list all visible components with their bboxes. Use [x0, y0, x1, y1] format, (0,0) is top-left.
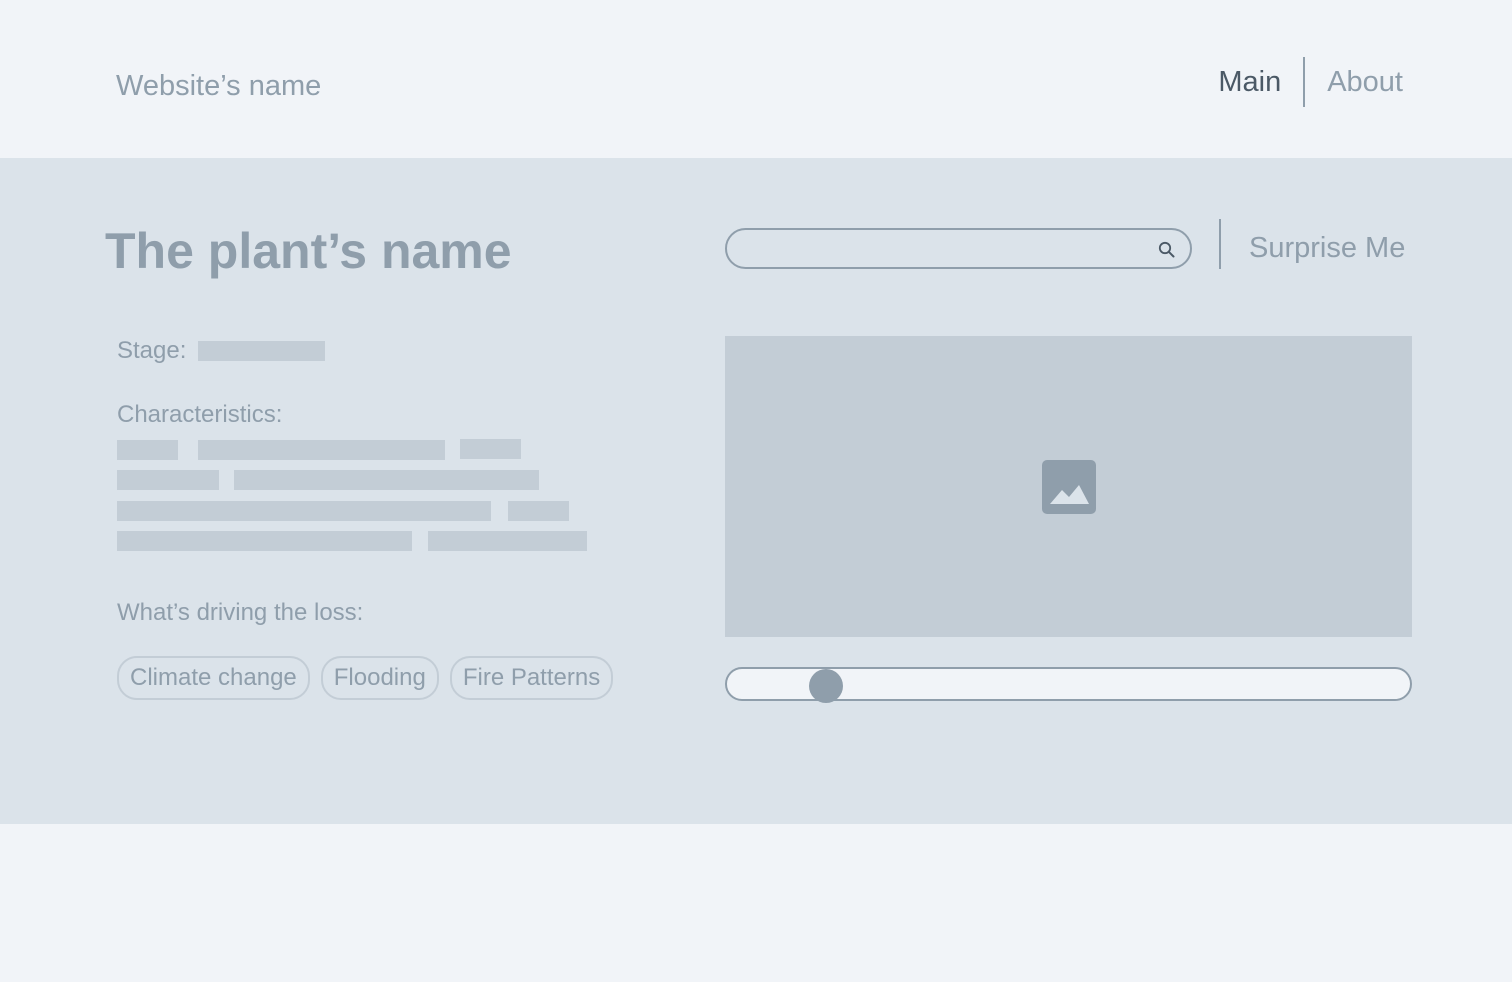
loss-drivers-label: What’s driving the loss:: [117, 599, 364, 626]
text-line-placeholder: [117, 470, 219, 490]
search-input[interactable]: [741, 236, 1141, 261]
nav-link-main[interactable]: Main: [1218, 64, 1281, 100]
surprise-me-button[interactable]: Surprise Me: [1249, 230, 1405, 266]
text-line-placeholder: [117, 531, 412, 551]
characteristics-label: Characteristics:: [117, 401, 283, 428]
plant-section: The plant’s name Surprise Me Stage: Char…: [0, 158, 1512, 824]
plant-title: The plant’s name: [105, 223, 512, 279]
search-divider: [1219, 219, 1221, 269]
text-line-placeholder: [117, 501, 491, 521]
site-header: Website’s name Main About: [0, 0, 1512, 158]
text-line-placeholder: [198, 440, 445, 460]
loss-drivers-tags: Climate change Flooding Fire Patterns: [117, 656, 614, 700]
tag-fire-patterns[interactable]: Fire Patterns: [449, 656, 614, 700]
text-line-placeholder: [508, 501, 569, 521]
stage-value-placeholder: [198, 341, 325, 361]
slider-thumb[interactable]: [809, 669, 844, 703]
text-line-placeholder: [428, 531, 587, 551]
tag-flooding[interactable]: Flooding: [320, 656, 439, 700]
page: Website’s name Main About The plant’s na…: [0, 0, 1512, 982]
text-line-placeholder: [460, 439, 521, 459]
text-line-placeholder: [234, 470, 539, 490]
nav-link-about[interactable]: About: [1327, 64, 1403, 100]
text-line-placeholder: [117, 440, 178, 460]
plant-image-placeholder: [725, 336, 1412, 637]
timeline-slider[interactable]: [725, 667, 1412, 703]
search-box: [725, 228, 1192, 269]
search-icon[interactable]: [1157, 240, 1177, 260]
main-nav: Main About: [1218, 57, 1403, 107]
image-icon: [1042, 460, 1096, 514]
stage-label: Stage:: [117, 337, 187, 364]
site-name[interactable]: Website’s name: [116, 68, 321, 104]
tag-climate-change[interactable]: Climate change: [117, 656, 310, 700]
nav-divider: [1303, 57, 1306, 107]
